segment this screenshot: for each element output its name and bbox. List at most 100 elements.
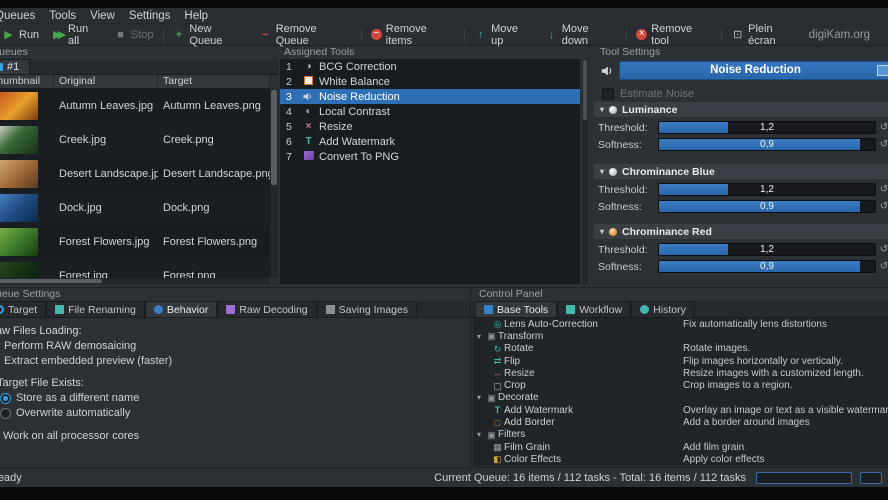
reset-icon[interactable]: ↺ <box>876 122 888 133</box>
tab-behavior[interactable]: Behavior <box>144 301 218 317</box>
run-button[interactable]: ▶ Run <box>0 27 45 43</box>
reset-icon[interactable]: ↺ <box>876 244 888 255</box>
tree-item[interactable]: ↔ Resize Resize images with a customized l… <box>473 367 888 379</box>
radio-option[interactable]: Perform RAW demosaicing <box>0 339 470 353</box>
radio-option[interactable]: Extract embedded preview (faster) <box>0 354 470 368</box>
column-thumbnail[interactable]: Thumbnail <box>0 75 54 88</box>
remove-items-button[interactable]: − Remove items <box>365 21 461 49</box>
tree-category[interactable]: ▾ ▣ Filters <box>473 429 888 441</box>
rotate-icon: ↻ <box>493 343 502 354</box>
reset-icon[interactable]: ↺ <box>876 184 888 195</box>
list-item[interactable]: 6 T Add Watermark <box>280 134 580 149</box>
thumbnail <box>0 262 38 278</box>
thumbnail <box>0 126 38 154</box>
section-header[interactable]: ▾ Chrominance Blue <box>594 164 888 179</box>
section-header[interactable]: ▾ Chrominance Red <box>594 224 888 239</box>
list-item[interactable]: 5 × Resize <box>280 119 580 134</box>
tree-category[interactable]: ▾ ▣ Decorate <box>473 392 888 404</box>
section-header[interactable]: ▾ Luminance <box>594 102 888 117</box>
fullscreen-icon: ⊡ <box>733 28 743 41</box>
softness-slider[interactable]: 0,9 <box>658 260 876 273</box>
radio-option[interactable]: Store as a different name <box>0 391 470 405</box>
new-queue-button[interactable]: + New Queue <box>167 21 253 49</box>
thumbnail <box>0 92 38 120</box>
tree-item[interactable]: ▢ Crop Crop images to a region. <box>473 379 888 391</box>
move-down-button[interactable]: ↓ Move down <box>539 21 624 49</box>
tree-item[interactable]: □ Add Border Add a border around images <box>473 416 888 428</box>
film-grain-icon: ▦ <box>493 442 502 453</box>
tab-saving-images[interactable]: Saving Images <box>316 301 418 317</box>
column-original[interactable]: Original <box>54 75 158 88</box>
remove-tool-button[interactable]: × Remove tool <box>630 21 718 49</box>
table-row[interactable]: Dock.jpg Dock.png <box>0 191 270 225</box>
tree-item[interactable]: ↻ Rotate Rotate images. <box>473 343 888 355</box>
tree-item[interactable]: T Add Watermark Overlay an image or text a… <box>473 404 888 416</box>
scrollbar-thumb[interactable] <box>0 279 102 283</box>
table-row[interactable]: Creek.jpg Creek.png <box>0 123 270 157</box>
tree-item[interactable]: ◧ Color Effects Apply color effects <box>473 453 888 465</box>
control-panel-tabs: Base Tools Workflow History <box>471 301 888 318</box>
target-cell: Forest.png <box>163 270 216 278</box>
threshold-slider[interactable]: 1,2 <box>658 243 876 256</box>
checkbox-option[interactable]: ✓Work on all processor cores <box>0 429 470 443</box>
list-item[interactable]: 7 Convert To PNG <box>280 149 580 164</box>
bulb-icon <box>609 167 618 176</box>
run-all-button[interactable]: ▶▶ Run all <box>45 21 108 49</box>
screen: Queues Tools View Settings Help ▶Run ▶▶R… <box>0 0 888 500</box>
fullscreen-button[interactable]: ⊡ Plein écran <box>725 21 808 49</box>
horizontal-scrollbar[interactable] <box>0 278 270 284</box>
table-row[interactable]: Desert Landscape.jpg Desert Landscape.png <box>0 157 270 191</box>
list-item[interactable]: 4 ◐ Local Contrast <box>280 104 580 119</box>
stop-button[interactable]: ■ Stop <box>108 27 160 43</box>
speaker-icon <box>600 64 614 78</box>
tree-label: Transform <box>498 330 544 342</box>
tree-item[interactable]: ▦ Film Grain Add film grain <box>473 441 888 453</box>
tab-target[interactable]: Target <box>0 301 47 317</box>
detach-icon[interactable] <box>877 65 888 76</box>
original-cell: Creek.jpg <box>59 134 107 146</box>
list-item-selected[interactable]: 3 Noise Reduction <box>280 89 580 104</box>
tree-label: Add Watermark <box>504 404 574 416</box>
estimate-noise-checkbox[interactable] <box>602 88 614 100</box>
tool-index: 3 <box>286 90 292 103</box>
behavior-tab-content: Raw Files Loading: Perform RAW demosaici… <box>0 318 470 467</box>
tab-file-renaming[interactable]: File Renaming <box>46 301 145 317</box>
original-cell: Desert Landscape.jpg <box>59 168 158 180</box>
scrollbar-thumb[interactable] <box>271 90 277 185</box>
vertical-scrollbar[interactable] <box>582 59 588 284</box>
move-up-button[interactable]: ↑ Move up <box>468 21 539 49</box>
menu-queues[interactable]: Queues <box>0 10 42 22</box>
reset-icon[interactable]: ↺ <box>876 261 888 272</box>
chevron-down-icon: ▾ <box>600 227 605 236</box>
remove-queue-button[interactable]: − Remove Queue <box>253 21 358 49</box>
radio-selected-icon[interactable] <box>0 392 11 404</box>
tree-category[interactable]: ▾ ▣ Transform <box>473 330 888 342</box>
tab-raw-decoding[interactable]: Raw Decoding <box>217 301 317 317</box>
table-row[interactable]: Forest Flowers.jpg Forest Flowers.png <box>0 225 270 259</box>
scrollbar-thumb[interactable] <box>583 60 587 120</box>
tree-item[interactable]: ◎ Lens Auto-Correction Fix automatically l… <box>473 318 888 330</box>
radio-icon[interactable] <box>0 407 11 419</box>
vertical-scrollbar[interactable] <box>270 89 278 278</box>
white-balance-icon <box>302 75 315 88</box>
list-item[interactable]: 1 ◑ BCG Correction <box>280 59 580 74</box>
tab-workflow[interactable]: Workflow <box>557 301 632 317</box>
radio-option[interactable]: Overwrite automatically <box>0 406 470 420</box>
table-row[interactable]: Autumn Leaves.jpg Autumn Leaves.png <box>0 89 270 123</box>
tab-base-tools[interactable]: Base Tools <box>475 301 558 317</box>
tree-item[interactable]: ⇄ Flip Flip images horizontally or vertica… <box>473 355 888 367</box>
threshold-label: Threshold: <box>598 183 648 196</box>
threshold-slider[interactable]: 1,2 <box>658 183 876 196</box>
digikam-batch-queue-manager-window: Queues Tools View Settings Help ▶Run ▶▶R… <box>0 8 888 487</box>
table-row[interactable]: Forest.jpg Forest.png <box>0 259 270 278</box>
tab-history[interactable]: History <box>631 301 695 317</box>
target-cell: Dock.png <box>163 202 210 214</box>
threshold-slider[interactable]: 1,2 <box>658 121 876 134</box>
reset-icon[interactable]: ↺ <box>876 139 888 150</box>
softness-slider[interactable]: 0,9 <box>658 200 876 213</box>
column-target[interactable]: Target <box>158 75 270 88</box>
list-item[interactable]: 2 White Balance <box>280 74 580 89</box>
queue-tab-1[interactable]: #1 <box>0 59 31 74</box>
reset-icon[interactable]: ↺ <box>876 201 888 212</box>
softness-slider[interactable]: 0,9 <box>658 138 876 151</box>
